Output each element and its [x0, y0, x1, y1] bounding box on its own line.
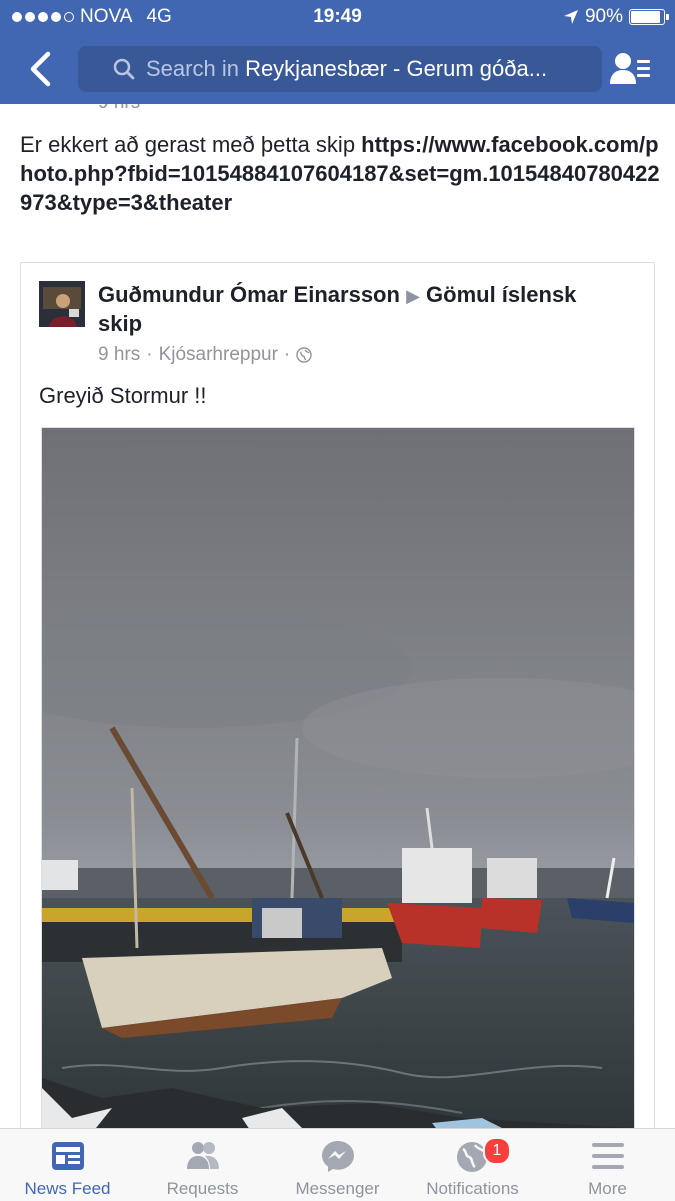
- author-name[interactable]: Guðmundur Ómar Einarsson: [98, 282, 400, 307]
- tab-notifications[interactable]: 1 Notifications: [405, 1129, 540, 1201]
- feed-content: 9 hrs Er ekkert að gerast með þetta skip…: [0, 104, 675, 1128]
- post-location[interactable]: Kjósarhreppur: [159, 344, 278, 366]
- back-icon[interactable]: [22, 48, 62, 90]
- battery-percent: 90%: [584, 6, 623, 27]
- search-icon: [112, 57, 136, 81]
- shared-post-time: 9 hrs: [98, 344, 141, 365]
- author-avatar[interactable]: [39, 281, 85, 327]
- shared-post-text: Greyið Stormur !!: [39, 383, 207, 408]
- share-arrow: ▶: [406, 286, 420, 306]
- group-members-icon[interactable]: [608, 50, 652, 90]
- shared-post-card[interactable]: Guðmundur Ómar Einarsson ▶ Gömul íslensk…: [20, 262, 655, 1128]
- tab-label: Requests: [166, 1179, 239, 1198]
- battery-icon: [629, 9, 669, 25]
- messenger-icon: [321, 1141, 354, 1172]
- tab-requests[interactable]: Requests: [135, 1129, 270, 1201]
- news-feed-icon: [51, 1142, 84, 1170]
- shared-post-meta: 9 hrs · Kjósarhreppur ·: [98, 344, 312, 366]
- meta-separator: ·: [283, 344, 291, 365]
- top-bar: NOVA 4G 19:49 90% Search in Reykjanesbær…: [0, 0, 675, 104]
- post-photo[interactable]: [41, 427, 635, 1128]
- post-timestamp: 9 hrs: [98, 104, 140, 114]
- group-search-field[interactable]: Search in Reykjanesbær - Gerum góða...: [78, 46, 602, 92]
- post-body-text: Er ekkert að gerast með þetta skip: [20, 132, 362, 157]
- friends-icon: [186, 1142, 219, 1169]
- search-group-name: Reykjanesbær - Gerum góða...: [245, 56, 548, 81]
- globe-icon: [296, 347, 312, 363]
- tab-label: More: [588, 1179, 627, 1198]
- tab-more[interactable]: More: [540, 1129, 675, 1201]
- menu-icon: [591, 1143, 624, 1169]
- search-prefix: Search in: [146, 56, 246, 81]
- tab-bar: News Feed Requests Messenger 1 Notificat…: [0, 1128, 675, 1201]
- status-bar: NOVA 4G 19:49 90%: [0, 0, 675, 36]
- tab-label: Notifications: [426, 1179, 519, 1198]
- location-arrow-icon: [563, 10, 578, 24]
- tab-news-feed[interactable]: News Feed: [0, 1129, 135, 1201]
- tab-messenger[interactable]: Messenger: [270, 1129, 405, 1201]
- tab-label: News Feed: [24, 1179, 111, 1198]
- shared-post-header: Guðmundur Ómar Einarsson ▶ Gömul íslensk…: [98, 281, 618, 338]
- post-text: Er ekkert að gerast með þetta skip https…: [20, 130, 660, 217]
- notification-badge: 1: [483, 1137, 511, 1165]
- meta-separator: ·: [146, 344, 153, 365]
- tab-label: Messenger: [295, 1179, 380, 1198]
